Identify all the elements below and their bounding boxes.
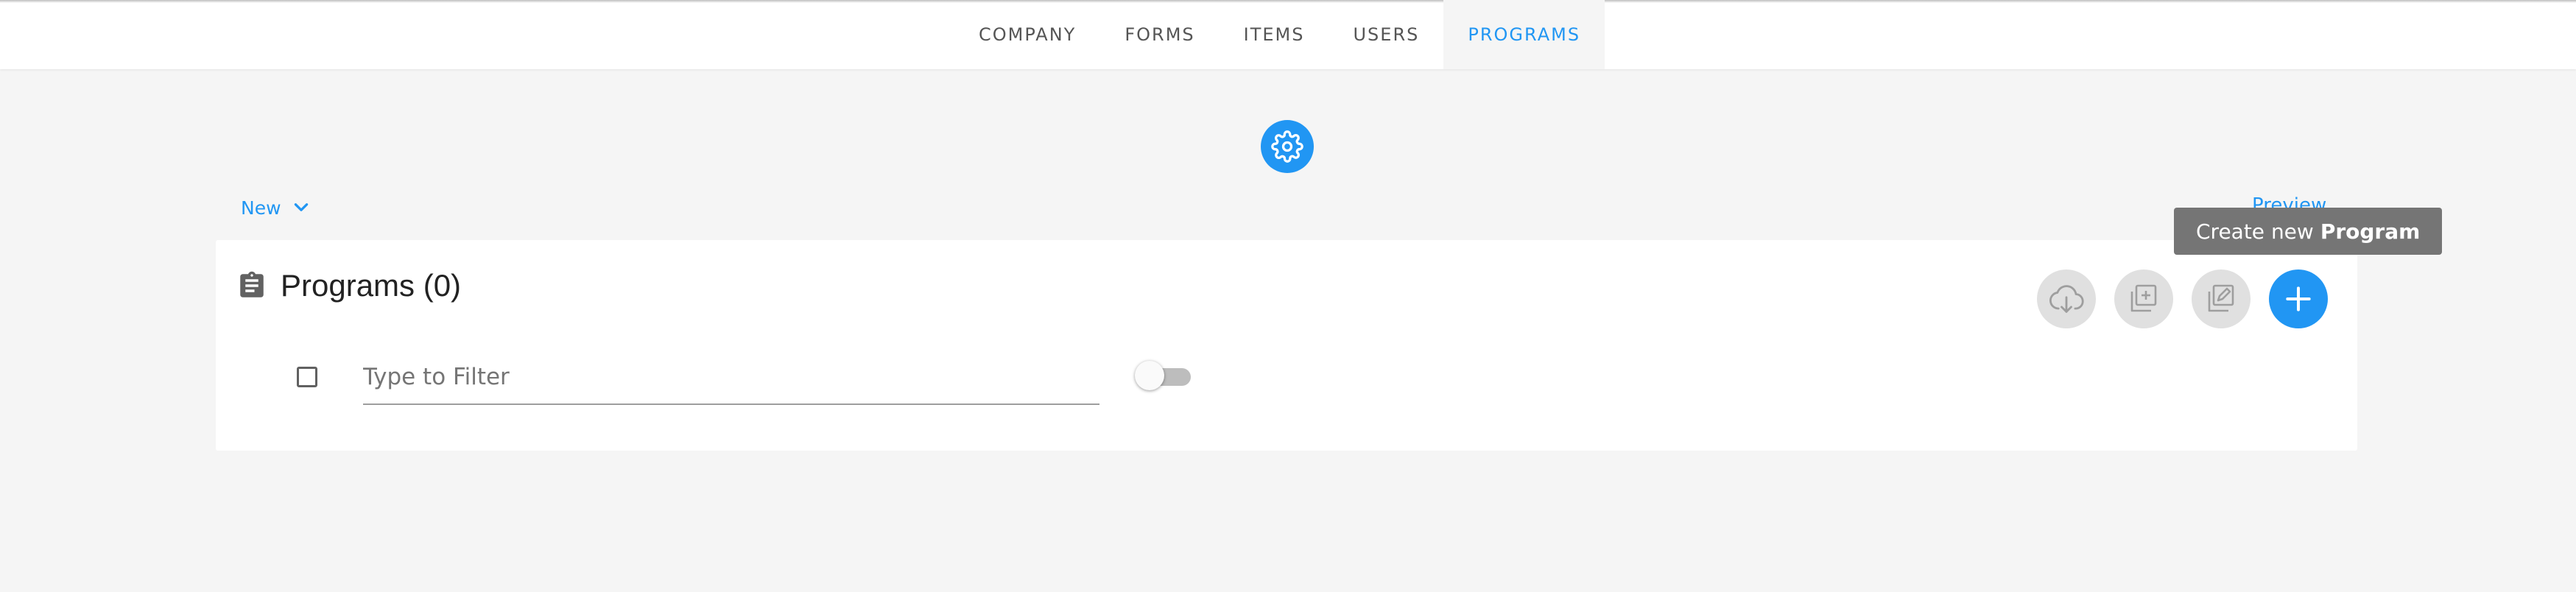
main-nav: COMPANY FORMS ITEMS USERS PROGRAMS bbox=[954, 0, 1605, 69]
add-program-button[interactable] bbox=[2269, 269, 2328, 328]
top-navigation-bar: COMPANY FORMS ITEMS USERS PROGRAMS bbox=[0, 0, 2576, 69]
card-header: Programs (0) bbox=[236, 268, 461, 303]
duplicate-button[interactable] bbox=[2114, 269, 2173, 328]
duplicate-icon bbox=[2130, 284, 2157, 312]
create-program-tooltip: Create new Program bbox=[2174, 208, 2443, 255]
tooltip-prefix: Create new bbox=[2196, 219, 2314, 244]
filter-input[interactable] bbox=[363, 355, 1099, 405]
tab-forms[interactable]: FORMS bbox=[1100, 0, 1219, 69]
programs-card: Programs (0) bbox=[216, 240, 2357, 451]
cloud-download-icon bbox=[2049, 285, 2084, 313]
new-label: New bbox=[241, 197, 281, 219]
chevron-down-icon bbox=[294, 203, 308, 211]
edit-copy-button[interactable] bbox=[2192, 269, 2251, 328]
new-dropdown-button[interactable]: New bbox=[241, 193, 311, 222]
tab-company[interactable]: COMPANY bbox=[954, 0, 1100, 69]
settings-button[interactable] bbox=[1261, 120, 1314, 173]
clipboard-icon bbox=[240, 271, 264, 297]
gear-icon bbox=[1271, 130, 1303, 163]
select-all-checkbox[interactable] bbox=[297, 367, 317, 387]
tab-users[interactable]: USERS bbox=[1329, 0, 1443, 69]
page-title: Programs (0) bbox=[281, 268, 462, 303]
plus-icon bbox=[2286, 286, 2311, 311]
tab-programs[interactable]: PROGRAMS bbox=[1443, 0, 1605, 69]
download-button[interactable] bbox=[2037, 269, 2096, 328]
tooltip-emphasis: Program bbox=[2320, 219, 2421, 244]
toggle-knob bbox=[1135, 361, 1164, 390]
edit-copy-icon bbox=[2208, 284, 2234, 312]
filter-toggle[interactable] bbox=[1135, 361, 1192, 390]
tab-items[interactable]: ITEMS bbox=[1220, 0, 1329, 69]
